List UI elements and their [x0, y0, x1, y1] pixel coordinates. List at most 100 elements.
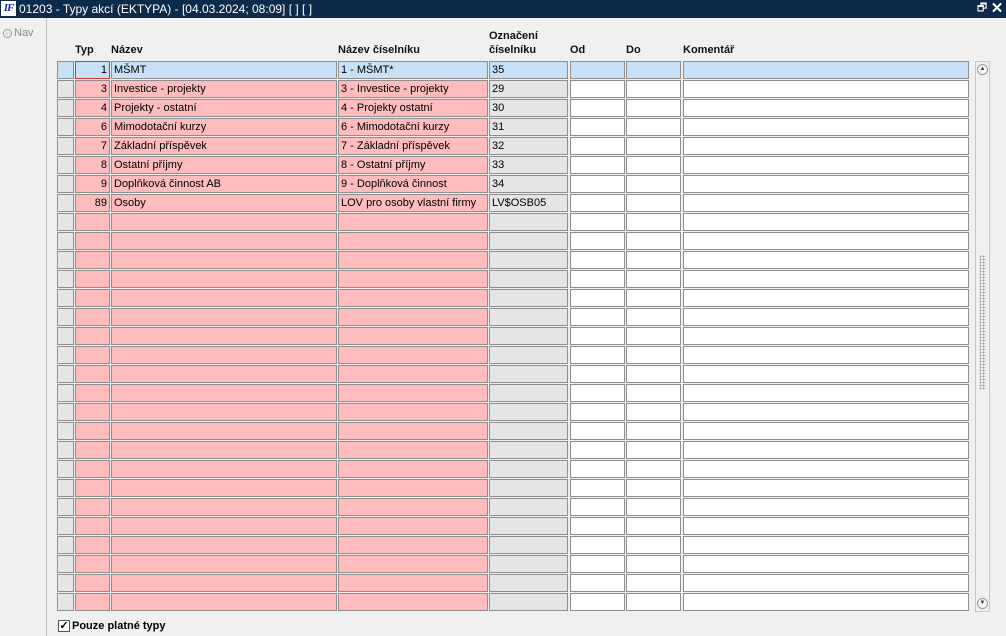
komentar-field[interactable] — [683, 498, 969, 516]
row-selector[interactable] — [57, 441, 74, 459]
do-field[interactable] — [626, 327, 681, 345]
oznaceni-ciselniku-field[interactable] — [489, 327, 568, 345]
title-bar[interactable]: IF 01203 - Typy akcí (EKTYPA) - [04.03.2… — [0, 0, 1006, 18]
row-selector[interactable] — [57, 517, 74, 535]
oznaceni-ciselniku-field[interactable] — [489, 498, 568, 516]
od-field[interactable] — [570, 175, 625, 193]
row-selector[interactable] — [57, 346, 74, 364]
do-field[interactable] — [626, 308, 681, 326]
od-field[interactable] — [570, 441, 625, 459]
do-field[interactable] — [626, 536, 681, 554]
typ-field[interactable]: 9 — [75, 175, 110, 193]
nazev-field[interactable]: Osoby — [111, 194, 337, 212]
nazev-ciselniku-field[interactable] — [338, 593, 488, 611]
oznaceni-ciselniku-field[interactable]: 34 — [489, 175, 568, 193]
od-field[interactable] — [570, 555, 625, 573]
do-field[interactable] — [626, 384, 681, 402]
typ-field[interactable] — [75, 422, 110, 440]
od-field[interactable] — [570, 232, 625, 250]
komentar-field[interactable] — [683, 574, 969, 592]
oznaceni-ciselniku-field[interactable] — [489, 289, 568, 307]
typ-field[interactable]: 4 — [75, 99, 110, 117]
do-field[interactable] — [626, 422, 681, 440]
oznaceni-ciselniku-field[interactable] — [489, 479, 568, 497]
od-field[interactable] — [570, 137, 625, 155]
nazev-field[interactable] — [111, 213, 337, 231]
nazev-ciselniku-field[interactable] — [338, 308, 488, 326]
nazev-field[interactable] — [111, 422, 337, 440]
row-selector[interactable] — [57, 365, 74, 383]
od-field[interactable] — [570, 403, 625, 421]
komentar-field[interactable] — [683, 270, 969, 288]
do-field[interactable] — [626, 118, 681, 136]
komentar-field[interactable] — [683, 175, 969, 193]
od-field[interactable] — [570, 479, 625, 497]
nazev-ciselniku-field[interactable]: 3 - Investice - projekty — [338, 80, 488, 98]
row-selector[interactable] — [57, 99, 74, 117]
row-selector[interactable] — [57, 137, 74, 155]
komentar-field[interactable] — [683, 61, 969, 79]
nazev-field[interactable] — [111, 289, 337, 307]
row-selector[interactable] — [57, 61, 74, 79]
komentar-field[interactable] — [683, 346, 969, 364]
nazev-field[interactable] — [111, 479, 337, 497]
do-field[interactable] — [626, 498, 681, 516]
oznaceni-ciselniku-field[interactable] — [489, 213, 568, 231]
nazev-ciselniku-field[interactable]: 4 - Projekty ostatní — [338, 99, 488, 117]
oznaceni-ciselniku-field[interactable] — [489, 403, 568, 421]
nazev-field[interactable] — [111, 270, 337, 288]
komentar-field[interactable] — [683, 555, 969, 573]
typ-field[interactable] — [75, 346, 110, 364]
komentar-field[interactable] — [683, 403, 969, 421]
nazev-ciselniku-field[interactable] — [338, 517, 488, 535]
typ-field[interactable]: 1 — [75, 61, 110, 79]
od-field[interactable] — [570, 308, 625, 326]
oznaceni-ciselniku-field[interactable]: 35 — [489, 61, 568, 79]
od-field[interactable] — [570, 536, 625, 554]
nazev-ciselniku-field[interactable] — [338, 555, 488, 573]
nazev-field[interactable] — [111, 593, 337, 611]
nazev-field[interactable] — [111, 365, 337, 383]
od-field[interactable] — [570, 289, 625, 307]
row-selector[interactable] — [57, 460, 74, 478]
typ-field[interactable] — [75, 441, 110, 459]
oznaceni-ciselniku-field[interactable] — [489, 441, 568, 459]
od-field[interactable] — [570, 194, 625, 212]
nazev-field[interactable]: Doplňková činnost AB — [111, 175, 337, 193]
komentar-field[interactable] — [683, 479, 969, 497]
typ-field[interactable] — [75, 460, 110, 478]
nazev-ciselniku-field[interactable]: 8 - Ostatní příjmy — [338, 156, 488, 174]
oznaceni-ciselniku-field[interactable] — [489, 365, 568, 383]
row-selector[interactable] — [57, 327, 74, 345]
nazev-field[interactable] — [111, 232, 337, 250]
nazev-field[interactable] — [111, 384, 337, 402]
nazev-ciselniku-field[interactable] — [338, 536, 488, 554]
od-field[interactable] — [570, 574, 625, 592]
do-field[interactable] — [626, 137, 681, 155]
komentar-field[interactable] — [683, 422, 969, 440]
od-field[interactable] — [570, 593, 625, 611]
nazev-field[interactable]: Ostatní příjmy — [111, 156, 337, 174]
nazev-field[interactable] — [111, 574, 337, 592]
typ-field[interactable] — [75, 384, 110, 402]
row-selector[interactable] — [57, 403, 74, 421]
od-field[interactable] — [570, 213, 625, 231]
nazev-ciselniku-field[interactable] — [338, 384, 488, 402]
do-field[interactable] — [626, 365, 681, 383]
do-field[interactable] — [626, 289, 681, 307]
komentar-field[interactable] — [683, 460, 969, 478]
nazev-field[interactable] — [111, 517, 337, 535]
komentar-field[interactable] — [683, 194, 969, 212]
komentar-field[interactable] — [683, 232, 969, 250]
oznaceni-ciselniku-field[interactable]: 33 — [489, 156, 568, 174]
do-field[interactable] — [626, 175, 681, 193]
nazev-field[interactable] — [111, 251, 337, 269]
typ-field[interactable] — [75, 327, 110, 345]
row-selector[interactable] — [57, 80, 74, 98]
komentar-field[interactable] — [683, 99, 969, 117]
row-selector[interactable] — [57, 175, 74, 193]
od-field[interactable] — [570, 251, 625, 269]
do-field[interactable] — [626, 99, 681, 117]
nazev-ciselniku-field[interactable]: 9 - Doplňková činnost — [338, 175, 488, 193]
only-valid-types-label[interactable]: Pouze platné typy — [72, 620, 166, 633]
